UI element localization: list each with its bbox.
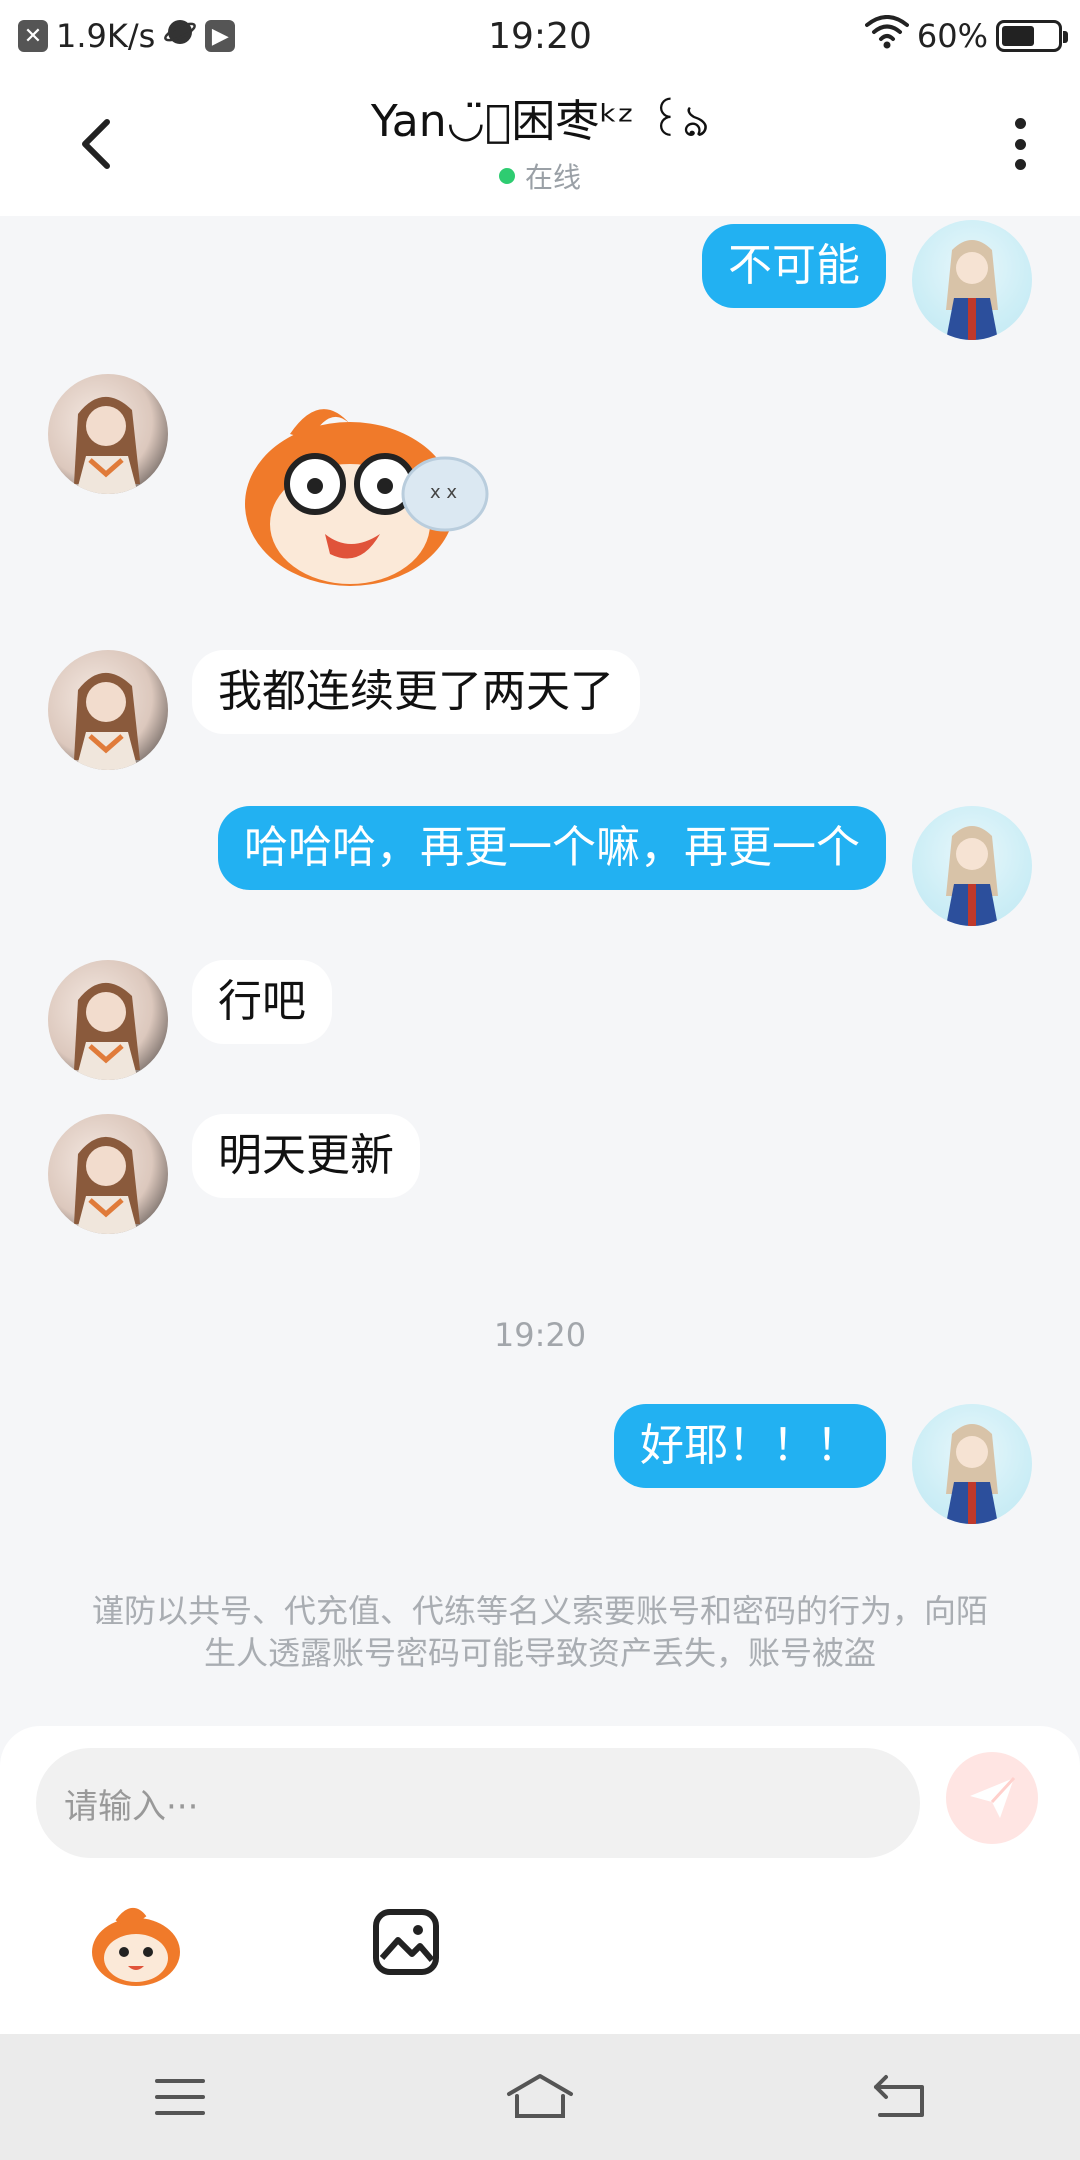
message-bubble-incoming[interactable]: 明天更新 <box>192 1114 420 1198</box>
notification-close-icon: ✕ <box>18 20 48 52</box>
online-status-label: 在线 <box>524 161 581 194</box>
security-notice: 谨防以共号、代充值、代练等名义索要账号和密码的行为，向陌生人透露账号密码可能导致… <box>91 1592 988 1672</box>
my-avatar[interactable] <box>912 220 1032 340</box>
message-bubble-incoming[interactable]: 我都连续更了两天了 <box>192 650 640 734</box>
contact-avatar[interactable] <box>48 1114 168 1234</box>
more-dot-icon <box>1014 138 1026 150</box>
status-left: ✕ 1.9K/s ▶ <box>18 15 236 57</box>
girl-avatar-icon <box>74 672 140 770</box>
back-button[interactable] <box>60 106 130 182</box>
online-status: 在线 <box>240 156 840 196</box>
contact-avatar[interactable] <box>48 374 168 494</box>
network-speed: 1.9K/s <box>56 17 156 55</box>
online-dot-icon <box>498 168 515 184</box>
girl-avatar-icon <box>74 982 140 1080</box>
chat-header: Yan◡̈⃝困枣ᵏᶻ ꒰ঌ 在线 <box>0 72 1080 216</box>
battery-icon <box>996 20 1068 52</box>
more-options-button[interactable] <box>1000 114 1040 174</box>
back-nav-button[interactable] <box>845 2057 955 2137</box>
home-icon <box>507 2074 573 2118</box>
send-icon <box>970 1776 1016 1818</box>
message-bubble-outgoing[interactable]: 不可能 <box>702 224 886 308</box>
time-divider: 19:20 <box>493 1316 587 1354</box>
wifi-icon <box>864 15 909 57</box>
menu-button[interactable] <box>125 2057 235 2137</box>
battery-percent: 60% <box>916 17 988 55</box>
message-bubble-outgoing[interactable]: 哈哈哈，再更一个嘛，再更一个 <box>218 806 886 890</box>
emoji-sticker-button[interactable] <box>88 1904 184 1988</box>
contact-avatar[interactable] <box>48 960 168 1080</box>
battery-fill <box>1002 26 1035 46</box>
system-nav-bar <box>0 2034 1080 2160</box>
message-bubble-outgoing[interactable]: 好耶！！！ <box>614 1404 886 1488</box>
contact-name: Yan◡̈⃝困枣ᵏᶻ ꒰ঌ <box>370 96 710 147</box>
status-right: 60% <box>864 15 1068 57</box>
send-button[interactable] <box>946 1752 1038 1844</box>
message-bubble-incoming[interactable]: 行吧 <box>192 960 332 1044</box>
back-arrow-icon <box>82 119 110 169</box>
home-button[interactable] <box>485 2057 595 2137</box>
header-title-wrap: Yan◡̈⃝困枣ᵏᶻ ꒰ঌ 在线 <box>240 92 840 196</box>
image-picker-button[interactable] <box>372 1908 440 1976</box>
anime-avatar-icon <box>946 826 998 926</box>
svg-text:x x: x x <box>430 482 457 503</box>
status-bar: ✕ 1.9K/s ▶ 19:20 60% <box>0 0 1080 72</box>
anime-avatar-icon <box>946 240 998 340</box>
girl-avatar-icon <box>74 1136 140 1234</box>
video-app-icon: ▶ <box>205 20 236 52</box>
my-avatar[interactable] <box>912 1404 1032 1524</box>
fish-sticker[interactable]: x x <box>230 394 490 594</box>
girl-avatar-icon <box>74 396 140 494</box>
planet-app-icon <box>163 15 197 57</box>
menu-icon <box>155 2079 205 2115</box>
message-input[interactable]: 请输入··· <box>36 1748 920 1858</box>
input-area: 请输入··· <box>0 1726 1080 2034</box>
more-dot-icon <box>1014 118 1026 129</box>
contact-avatar[interactable] <box>48 650 168 770</box>
message-list[interactable]: 不可能 x x 我都连续更了两天了 哈哈哈，再更一个嘛，再更一个 行吧 明天更新… <box>0 216 1080 1726</box>
my-avatar[interactable] <box>912 806 1032 926</box>
anime-avatar-icon <box>946 1424 998 1524</box>
back-icon <box>874 2075 924 2117</box>
more-dot-icon <box>1014 159 1026 170</box>
chat-screen: ✕ 1.9K/s ▶ 19:20 60% Yan◡̈⃝困枣ᵏᶻ ꒰ঌ 在线 不可… <box>0 0 1080 2160</box>
